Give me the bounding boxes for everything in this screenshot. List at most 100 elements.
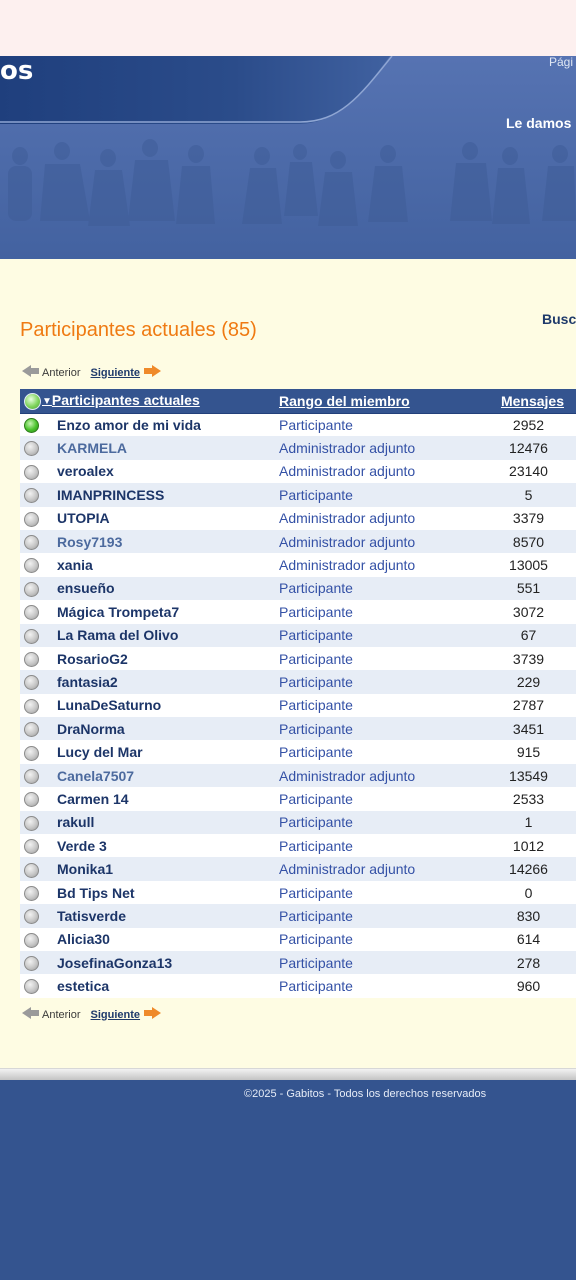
header-rank-cell[interactable]: Rango del miembro — [279, 389, 485, 414]
sort-down-arrow-icon[interactable]: ▼ — [42, 396, 52, 407]
member-post-count: 8570 — [485, 529, 576, 554]
member-name-link[interactable]: JosefinaGonza13 — [57, 950, 279, 975]
header-name-cell[interactable]: ▼Participantes actuales — [20, 389, 279, 414]
offline-status-icon — [24, 581, 39, 597]
offline-status-icon — [24, 628, 39, 644]
pager-top: Anterior Siguiente — [22, 365, 162, 381]
site-logo[interactable]: os — [0, 56, 33, 86]
member-post-count: 915 — [485, 740, 576, 764]
member-post-count: 2952 — [485, 413, 576, 437]
status-cell — [20, 646, 57, 671]
page-link-fragment[interactable]: Pági — [549, 56, 573, 69]
member-rank: Participante — [279, 950, 485, 975]
member-rank: Participante — [279, 787, 485, 811]
offline-status-icon — [24, 698, 39, 714]
table-row: DraNorma Participante 3451 — [20, 717, 576, 741]
status-cell — [20, 834, 57, 858]
status-cell — [20, 693, 57, 718]
member-name-link[interactable]: Alicia30 — [57, 927, 279, 951]
arrow-left-icon[interactable] — [22, 1007, 40, 1022]
next-link[interactable]: Siguiente — [91, 367, 141, 379]
offline-status-icon — [24, 909, 39, 925]
arrow-right-icon[interactable] — [143, 1007, 162, 1022]
site-footer: ©2025 - Gabitos - Todos los derechos res… — [0, 1080, 576, 1280]
offline-status-icon — [24, 652, 39, 667]
table-row: Enzo amor de mi vida Participante 2952 — [20, 413, 576, 437]
previous-link[interactable]: Anterior — [42, 1009, 81, 1021]
member-name-link[interactable]: RosarioG2 — [57, 646, 279, 671]
offline-status-icon — [24, 885, 39, 901]
header-posts-cell[interactable]: Mensajes — [485, 389, 576, 414]
member-name-link[interactable]: fantasia2 — [57, 670, 279, 694]
member-post-count: 3739 — [485, 646, 576, 671]
member-post-count: 2533 — [485, 787, 576, 811]
table-row: Verde 3 Participante 1012 — [20, 834, 576, 858]
table-row: xania Administrador adjunto 13005 — [20, 553, 576, 577]
member-name-link[interactable]: Enzo amor de mi vida — [57, 413, 279, 437]
member-name-link[interactable]: Bd Tips Net — [57, 880, 279, 905]
member-post-count: 12476 — [485, 436, 576, 460]
search-link[interactable]: Busc — [542, 311, 576, 327]
member-post-count: 13005 — [485, 553, 576, 577]
member-name-link[interactable]: Carmen 14 — [57, 787, 279, 811]
offline-status-icon — [24, 979, 39, 995]
table-row: Mágica Trompeta7 Participante 3072 — [20, 600, 576, 624]
offline-status-icon — [24, 511, 39, 527]
member-name-link[interactable]: UTOPIA — [57, 506, 279, 530]
member-post-count: 0 — [485, 880, 576, 905]
header-name[interactable]: Participantes actuales — [52, 392, 200, 408]
member-name-link[interactable]: La Rama del Olivo — [57, 623, 279, 647]
arrow-right-icon[interactable] — [143, 365, 162, 380]
member-rank: Participante — [279, 740, 485, 764]
offline-status-icon — [24, 745, 39, 761]
table-row: ensueño Participante 551 — [20, 576, 576, 601]
status-cell — [20, 529, 57, 554]
site-header: os Pági Le damos — [0, 56, 576, 259]
member-name-link[interactable]: IMANPRINCESS — [57, 483, 279, 507]
online-status-icon — [24, 418, 39, 434]
status-cell — [20, 623, 57, 647]
member-name-link[interactable]: KARMELA — [57, 436, 279, 460]
top-strip — [0, 0, 576, 56]
status-cell — [20, 740, 57, 764]
member-rank: Administrador adjunto — [279, 459, 485, 484]
member-name-link[interactable]: DraNorma — [57, 717, 279, 741]
member-rank: Participante — [279, 623, 485, 647]
status-cell — [20, 927, 57, 951]
member-rank: Participante — [279, 600, 485, 624]
member-name-link[interactable]: Tatisverde — [57, 904, 279, 928]
member-rank: Administrador adjunto — [279, 436, 485, 460]
previous-link[interactable]: Anterior — [42, 367, 81, 379]
member-rank: Participante — [279, 927, 485, 951]
header-posts[interactable]: Mensajes — [501, 393, 564, 409]
member-post-count: 13549 — [485, 763, 576, 788]
table-row: Bd Tips Net Participante 0 — [20, 880, 576, 905]
member-name-link[interactable]: estetica — [57, 974, 279, 998]
member-name-link[interactable]: Lucy del Mar — [57, 740, 279, 764]
member-name-link[interactable]: Canela7507 — [57, 763, 279, 788]
next-link[interactable]: Siguiente — [91, 1009, 141, 1021]
member-rank: Participante — [279, 810, 485, 835]
member-post-count: 960 — [485, 974, 576, 998]
header-rank[interactable]: Rango del miembro — [279, 393, 410, 409]
member-name-link[interactable]: veroalex — [57, 459, 279, 484]
member-rank: Administrador adjunto — [279, 553, 485, 577]
member-rank: Administrador adjunto — [279, 857, 485, 881]
member-name-link[interactable]: rakull — [57, 810, 279, 835]
member-name-link[interactable]: Monika1 — [57, 857, 279, 881]
member-rank: Participante — [279, 483, 485, 507]
table-row: Alicia30 Participante 614 — [20, 927, 576, 951]
member-name-link[interactable]: LunaDeSaturno — [57, 693, 279, 718]
arrow-left-icon[interactable] — [22, 365, 40, 380]
member-rank: Participante — [279, 693, 485, 718]
member-name-link[interactable]: ensueño — [57, 576, 279, 601]
status-cell — [20, 413, 57, 437]
status-cell — [20, 483, 57, 507]
member-name-link[interactable]: xania — [57, 553, 279, 577]
offline-status-icon — [24, 464, 39, 480]
member-rank: Administrador adjunto — [279, 506, 485, 530]
member-name-link[interactable]: Mágica Trompeta7 — [57, 600, 279, 624]
welcome-text: Le damos — [506, 115, 572, 131]
member-name-link[interactable]: Rosy7193 — [57, 529, 279, 554]
member-name-link[interactable]: Verde 3 — [57, 834, 279, 858]
